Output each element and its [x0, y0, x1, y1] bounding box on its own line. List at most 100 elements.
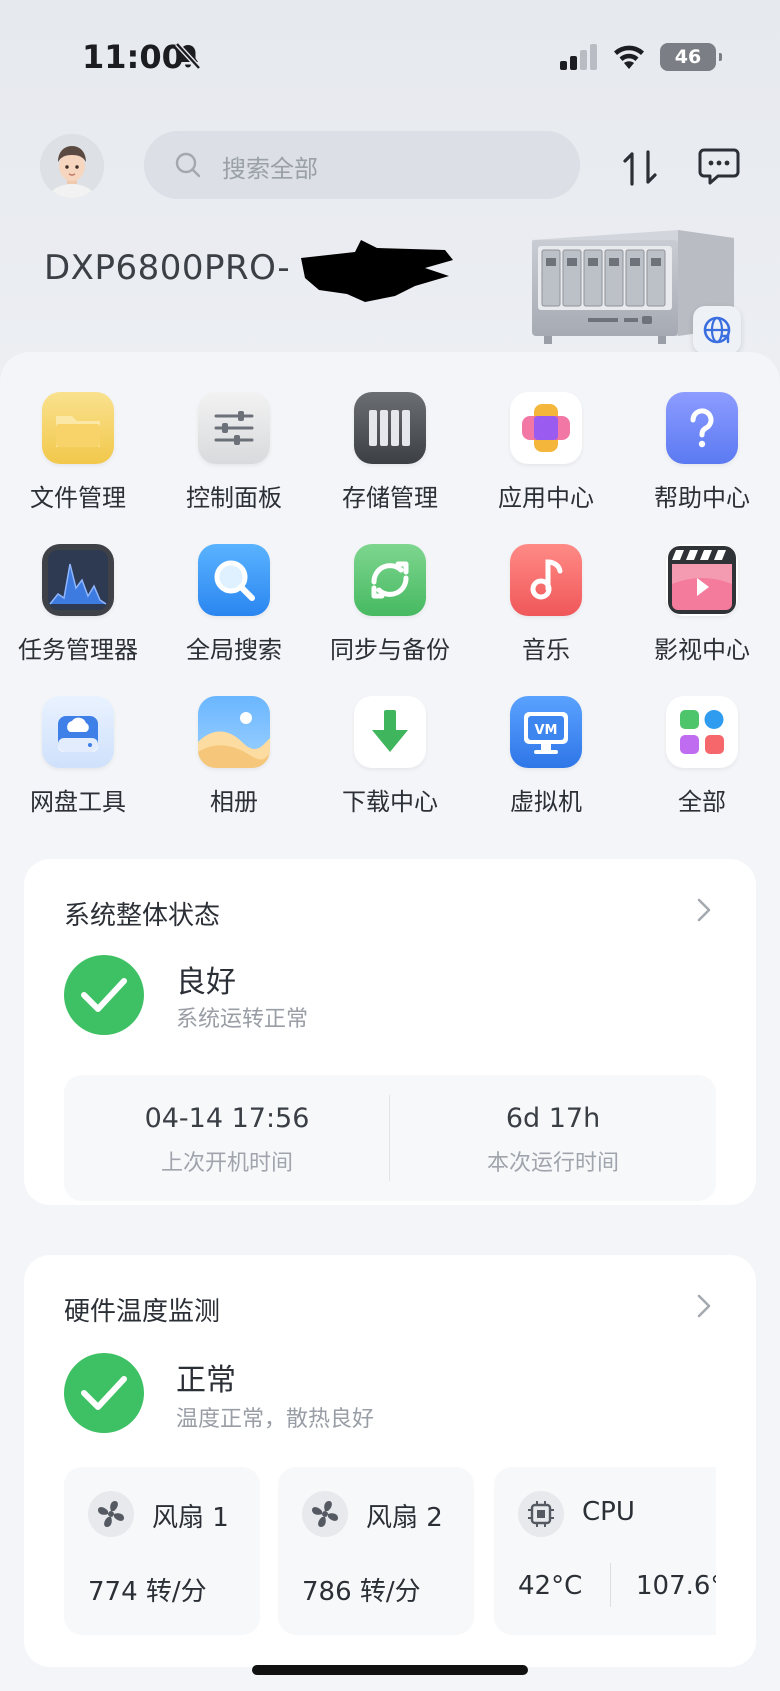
app-cloud-drive[interactable]: 网盘工具	[3, 696, 153, 817]
check-icon	[81, 978, 127, 1012]
fan-2-value: 786 转/分	[302, 1577, 421, 1607]
uptime-label: 本次运行时间	[486, 1151, 619, 1176]
check-icon	[81, 1376, 127, 1410]
cpu-temp-value: 42°C	[518, 1571, 583, 1601]
home-indicator[interactable]	[252, 1665, 528, 1675]
all-apps-icon	[666, 696, 738, 768]
help-icon	[666, 392, 738, 464]
cpu-name: CPU	[582, 1497, 635, 1527]
app-label: 同步与备份	[330, 636, 450, 664]
temp-state: 正常	[176, 1363, 236, 1398]
cpu-temp-value-2: 107.6°	[636, 1571, 716, 1601]
app-label: 虚拟机	[510, 788, 582, 816]
uptime-panel: 04-14 17:56 上次开机时间 6d 17h 本次运行时间	[64, 1075, 716, 1201]
app-photo-album[interactable]: 相册	[159, 696, 309, 817]
app-label: 网盘工具	[30, 788, 126, 816]
battery-level: 46	[674, 46, 702, 68]
app-sync-backup[interactable]: 同步与备份	[315, 544, 465, 665]
last-boot-label: 上次开机时间	[160, 1151, 293, 1176]
temp-description: 温度正常，散热良好	[176, 1407, 375, 1432]
hardware-temp-card[interactable]: 硬件温度监测 正常 温度正常，散热良好 风扇 1 774 转/分 风扇 2 78…	[24, 1255, 756, 1667]
app-label: 控制面板	[186, 484, 282, 512]
music-icon	[510, 544, 582, 616]
app-label: 音乐	[522, 636, 570, 664]
user-avatar[interactable]	[40, 134, 104, 198]
card-title: 硬件温度监测	[64, 1297, 221, 1327]
status-time: 11:00	[82, 38, 184, 76]
app-global-search[interactable]: 全局搜索	[159, 544, 309, 665]
uptime-value: 6d 17h	[505, 1103, 601, 1134]
last-boot-value: 04-14 17:56	[144, 1103, 310, 1134]
status-ok-icon	[64, 955, 144, 1035]
svg-text:VM: VM	[535, 723, 558, 738]
cellular-signal-icon	[560, 44, 597, 70]
control-panel-icon	[198, 392, 270, 464]
cpu-chip-icon	[518, 1491, 564, 1537]
app-file-manager[interactable]: 文件管理	[3, 392, 153, 513]
fan-icon	[302, 1491, 348, 1537]
folder-icon	[42, 392, 114, 464]
globe-icon	[703, 316, 731, 344]
app-task-manager[interactable]: 任务管理器	[3, 544, 153, 665]
fan-1-value: 774 转/分	[88, 1577, 207, 1607]
bell-muted-icon	[175, 42, 201, 70]
message-icon[interactable]	[698, 146, 740, 186]
app-control-panel[interactable]: 控制面板	[159, 392, 309, 513]
status-bar: 11:00 46	[0, 0, 780, 110]
app-label: 全部	[678, 788, 726, 816]
status-description: 系统运转正常	[176, 1007, 309, 1032]
app-label: 全局搜索	[186, 636, 282, 664]
app-label: 任务管理器	[18, 636, 138, 664]
app-storage-manager[interactable]: 存储管理	[315, 392, 465, 513]
app-label: 帮助中心	[654, 484, 750, 512]
status-state: 良好	[176, 965, 236, 1000]
app-music[interactable]: 音乐	[471, 544, 621, 665]
fan-1-tile: 风扇 1 774 转/分	[64, 1467, 260, 1635]
app-app-center[interactable]: 应用中心	[471, 392, 621, 513]
system-status-card[interactable]: 系统整体状态 良好 系统运转正常 04-14 17:56 上次开机时间 6d 1…	[24, 859, 756, 1205]
app-video-center[interactable]: 影视中心	[627, 544, 777, 665]
app-download-center[interactable]: 下载中心	[315, 696, 465, 817]
vm-icon: VM	[510, 696, 582, 768]
fan-icon	[88, 1491, 134, 1537]
device-name[interactable]: DXP6800PRO-	[44, 248, 290, 288]
fan-1-name: 风扇 1	[152, 1503, 229, 1533]
cpu-tile: CPU 42°C 107.6°	[494, 1467, 716, 1635]
chevron-right-icon[interactable]	[696, 1293, 712, 1319]
cloud-drive-icon	[42, 696, 114, 768]
task-manager-icon	[42, 544, 114, 616]
search-placeholder: 搜索全部	[222, 155, 318, 183]
main-sheet: 文件管理 控制面板 存储管理 应用中心 帮助中心 任务管理器 全局搜索 同步与备…	[0, 352, 780, 1691]
app-center-icon	[510, 392, 582, 464]
divider	[610, 1563, 611, 1607]
app-label: 存储管理	[342, 484, 438, 512]
wifi-icon	[614, 45, 644, 69]
transfer-icon[interactable]	[618, 148, 662, 188]
uptime: 6d 17h 本次运行时间	[390, 1075, 716, 1201]
app-label: 相册	[210, 788, 258, 816]
search-bar[interactable]: 搜索全部	[144, 131, 580, 199]
app-label: 下载中心	[342, 788, 438, 816]
chevron-right-icon[interactable]	[696, 897, 712, 923]
fan-2-name: 风扇 2	[366, 1503, 443, 1533]
redaction-mark	[301, 240, 453, 302]
avatar-icon	[40, 134, 104, 198]
download-icon	[354, 696, 426, 768]
storage-icon	[354, 392, 426, 464]
app-virtual-machine[interactable]: VM 虚拟机	[471, 696, 621, 817]
search-icon	[175, 152, 201, 178]
app-label: 应用中心	[498, 484, 594, 512]
global-search-icon	[198, 544, 270, 616]
hardware-sensor-list[interactable]: 风扇 1 774 转/分 风扇 2 786 转/分 CPU 42°C 107.6…	[64, 1467, 716, 1635]
app-all[interactable]: 全部	[627, 696, 777, 817]
remote-access-button[interactable]	[693, 306, 741, 354]
card-title: 系统整体状态	[64, 901, 221, 931]
fan-2-tile: 风扇 2 786 转/分	[278, 1467, 474, 1635]
video-center-icon	[666, 544, 738, 616]
sync-backup-icon	[354, 544, 426, 616]
battery-indicator: 46	[660, 43, 722, 71]
photo-album-icon	[198, 696, 270, 768]
last-boot: 04-14 17:56 上次开机时间	[64, 1075, 390, 1201]
status-ok-icon	[64, 1353, 144, 1433]
app-help-center[interactable]: 帮助中心	[627, 392, 777, 513]
